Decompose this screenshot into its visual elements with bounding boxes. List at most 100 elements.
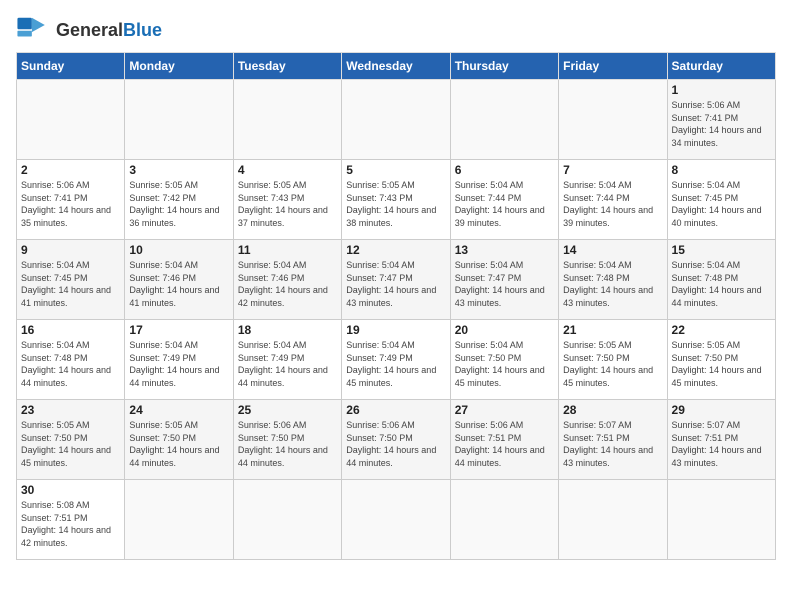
day-number: 27 xyxy=(455,403,554,417)
day-info: Sunrise: 5:04 AM Sunset: 7:48 PM Dayligh… xyxy=(21,339,120,389)
header-cell-thursday: Thursday xyxy=(450,53,558,80)
day-info: Sunrise: 5:04 AM Sunset: 7:45 PM Dayligh… xyxy=(672,179,771,229)
day-number: 11 xyxy=(238,243,337,257)
day-cell xyxy=(450,480,558,560)
day-cell: 26 Sunrise: 5:06 AM Sunset: 7:50 PM Dayli… xyxy=(342,400,450,480)
calendar-header: SundayMondayTuesdayWednesdayThursdayFrid… xyxy=(17,53,776,80)
day-info: Sunrise: 5:05 AM Sunset: 7:50 PM Dayligh… xyxy=(129,419,228,469)
day-info: Sunrise: 5:04 AM Sunset: 7:47 PM Dayligh… xyxy=(346,259,445,309)
day-info: Sunrise: 5:04 AM Sunset: 7:45 PM Dayligh… xyxy=(21,259,120,309)
day-number: 5 xyxy=(346,163,445,177)
day-number: 6 xyxy=(455,163,554,177)
day-info: Sunrise: 5:04 AM Sunset: 7:49 PM Dayligh… xyxy=(238,339,337,389)
day-number: 16 xyxy=(21,323,120,337)
day-number: 2 xyxy=(21,163,120,177)
header-cell-monday: Monday xyxy=(125,53,233,80)
day-number: 23 xyxy=(21,403,120,417)
header: GeneralBlue xyxy=(16,16,776,44)
day-number: 9 xyxy=(21,243,120,257)
day-cell: 30 Sunrise: 5:08 AM Sunset: 7:51 PM Dayli… xyxy=(17,480,125,560)
day-info: Sunrise: 5:04 AM Sunset: 7:49 PM Dayligh… xyxy=(346,339,445,389)
day-cell: 21Sunrise: 5:05 AM Sunset: 7:50 PM Dayli… xyxy=(559,320,667,400)
day-cell: 6Sunrise: 5:04 AM Sunset: 7:44 PM Daylig… xyxy=(450,160,558,240)
day-cell xyxy=(450,80,558,160)
day-cell: 17Sunrise: 5:04 AM Sunset: 7:49 PM Dayli… xyxy=(125,320,233,400)
week-row-2: 2 Sunrise: 5:06 AM Sunset: 7:41 PM Daylig… xyxy=(17,160,776,240)
week-row-6: 30 Sunrise: 5:08 AM Sunset: 7:51 PM Dayli… xyxy=(17,480,776,560)
day-cell: 28 Sunrise: 5:07 AM Sunset: 7:51 PM Dayli… xyxy=(559,400,667,480)
day-info: Sunrise: 5:05 AM Sunset: 7:50 PM Dayligh… xyxy=(672,339,771,389)
day-number: 1 xyxy=(672,83,771,97)
day-number: 28 xyxy=(563,403,662,417)
day-info: Sunrise: 5:08 AM Sunset: 7:51 PM Dayligh… xyxy=(21,499,120,549)
day-number: 10 xyxy=(129,243,228,257)
calendar-table: SundayMondayTuesdayWednesdayThursdayFrid… xyxy=(16,52,776,560)
day-number: 25 xyxy=(238,403,337,417)
day-number: 15 xyxy=(672,243,771,257)
header-cell-wednesday: Wednesday xyxy=(342,53,450,80)
day-cell xyxy=(342,480,450,560)
day-info: Sunrise: 5:06 AM Sunset: 7:50 PM Dayligh… xyxy=(346,419,445,469)
week-row-3: 9 Sunrise: 5:04 AM Sunset: 7:45 PM Daylig… xyxy=(17,240,776,320)
day-cell: 11 Sunrise: 5:04 AM Sunset: 7:46 PM Dayli… xyxy=(233,240,341,320)
day-cell: 7Sunrise: 5:04 AM Sunset: 7:44 PM Daylig… xyxy=(559,160,667,240)
day-cell: 22 Sunrise: 5:05 AM Sunset: 7:50 PM Dayli… xyxy=(667,320,775,400)
day-number: 29 xyxy=(672,403,771,417)
day-cell: 25 Sunrise: 5:06 AM Sunset: 7:50 PM Dayli… xyxy=(233,400,341,480)
header-cell-friday: Friday xyxy=(559,53,667,80)
day-info: Sunrise: 5:07 AM Sunset: 7:51 PM Dayligh… xyxy=(672,419,771,469)
calendar-body: 1 Sunrise: 5:06 AM Sunset: 7:41 PM Daylig… xyxy=(17,80,776,560)
day-cell xyxy=(17,80,125,160)
day-info: Sunrise: 5:05 AM Sunset: 7:50 PM Dayligh… xyxy=(21,419,120,469)
day-number: 19 xyxy=(346,323,445,337)
day-info: Sunrise: 5:05 AM Sunset: 7:42 PM Dayligh… xyxy=(129,179,228,229)
day-info: Sunrise: 5:06 AM Sunset: 7:41 PM Dayligh… xyxy=(672,99,771,149)
day-number: 4 xyxy=(238,163,337,177)
day-cell: 5 Sunrise: 5:05 AM Sunset: 7:43 PM Daylig… xyxy=(342,160,450,240)
day-cell: 19 Sunrise: 5:04 AM Sunset: 7:49 PM Dayli… xyxy=(342,320,450,400)
day-info: Sunrise: 5:06 AM Sunset: 7:41 PM Dayligh… xyxy=(21,179,120,229)
day-info: Sunrise: 5:05 AM Sunset: 7:43 PM Dayligh… xyxy=(238,179,337,229)
day-cell: 3 Sunrise: 5:05 AM Sunset: 7:42 PM Daylig… xyxy=(125,160,233,240)
header-cell-sunday: Sunday xyxy=(17,53,125,80)
day-cell xyxy=(233,80,341,160)
day-info: Sunrise: 5:04 AM Sunset: 7:48 PM Dayligh… xyxy=(672,259,771,309)
day-cell: 15 Sunrise: 5:04 AM Sunset: 7:48 PM Dayli… xyxy=(667,240,775,320)
day-info: Sunrise: 5:04 AM Sunset: 7:50 PM Dayligh… xyxy=(455,339,554,389)
day-cell: 29 Sunrise: 5:07 AM Sunset: 7:51 PM Dayli… xyxy=(667,400,775,480)
day-info: Sunrise: 5:04 AM Sunset: 7:46 PM Dayligh… xyxy=(129,259,228,309)
day-number: 20 xyxy=(455,323,554,337)
day-number: 22 xyxy=(672,323,771,337)
header-cell-tuesday: Tuesday xyxy=(233,53,341,80)
day-number: 3 xyxy=(129,163,228,177)
day-info: Sunrise: 5:06 AM Sunset: 7:51 PM Dayligh… xyxy=(455,419,554,469)
day-cell: 13Sunrise: 5:04 AM Sunset: 7:47 PM Dayli… xyxy=(450,240,558,320)
day-cell xyxy=(667,480,775,560)
day-info: Sunrise: 5:04 AM Sunset: 7:44 PM Dayligh… xyxy=(563,179,662,229)
day-cell: 18 Sunrise: 5:04 AM Sunset: 7:49 PM Dayli… xyxy=(233,320,341,400)
day-cell xyxy=(233,480,341,560)
day-number: 18 xyxy=(238,323,337,337)
day-cell: 27 Sunrise: 5:06 AM Sunset: 7:51 PM Dayli… xyxy=(450,400,558,480)
day-cell: 4 Sunrise: 5:05 AM Sunset: 7:43 PM Daylig… xyxy=(233,160,341,240)
day-info: Sunrise: 5:04 AM Sunset: 7:48 PM Dayligh… xyxy=(563,259,662,309)
day-number: 26 xyxy=(346,403,445,417)
day-info: Sunrise: 5:04 AM Sunset: 7:47 PM Dayligh… xyxy=(455,259,554,309)
day-cell: 23 Sunrise: 5:05 AM Sunset: 7:50 PM Dayli… xyxy=(17,400,125,480)
logo-icon xyxy=(16,16,52,44)
day-number: 24 xyxy=(129,403,228,417)
day-number: 21 xyxy=(563,323,662,337)
day-number: 30 xyxy=(21,483,120,497)
day-cell: 9 Sunrise: 5:04 AM Sunset: 7:45 PM Daylig… xyxy=(17,240,125,320)
day-info: Sunrise: 5:06 AM Sunset: 7:50 PM Dayligh… xyxy=(238,419,337,469)
day-cell xyxy=(559,480,667,560)
day-cell: 2 Sunrise: 5:06 AM Sunset: 7:41 PM Daylig… xyxy=(17,160,125,240)
day-info: Sunrise: 5:04 AM Sunset: 7:46 PM Dayligh… xyxy=(238,259,337,309)
day-cell xyxy=(125,80,233,160)
day-info: Sunrise: 5:07 AM Sunset: 7:51 PM Dayligh… xyxy=(563,419,662,469)
day-info: Sunrise: 5:05 AM Sunset: 7:43 PM Dayligh… xyxy=(346,179,445,229)
day-info: Sunrise: 5:04 AM Sunset: 7:49 PM Dayligh… xyxy=(129,339,228,389)
week-row-1: 1 Sunrise: 5:06 AM Sunset: 7:41 PM Daylig… xyxy=(17,80,776,160)
day-cell: 24 Sunrise: 5:05 AM Sunset: 7:50 PM Dayli… xyxy=(125,400,233,480)
header-cell-saturday: Saturday xyxy=(667,53,775,80)
